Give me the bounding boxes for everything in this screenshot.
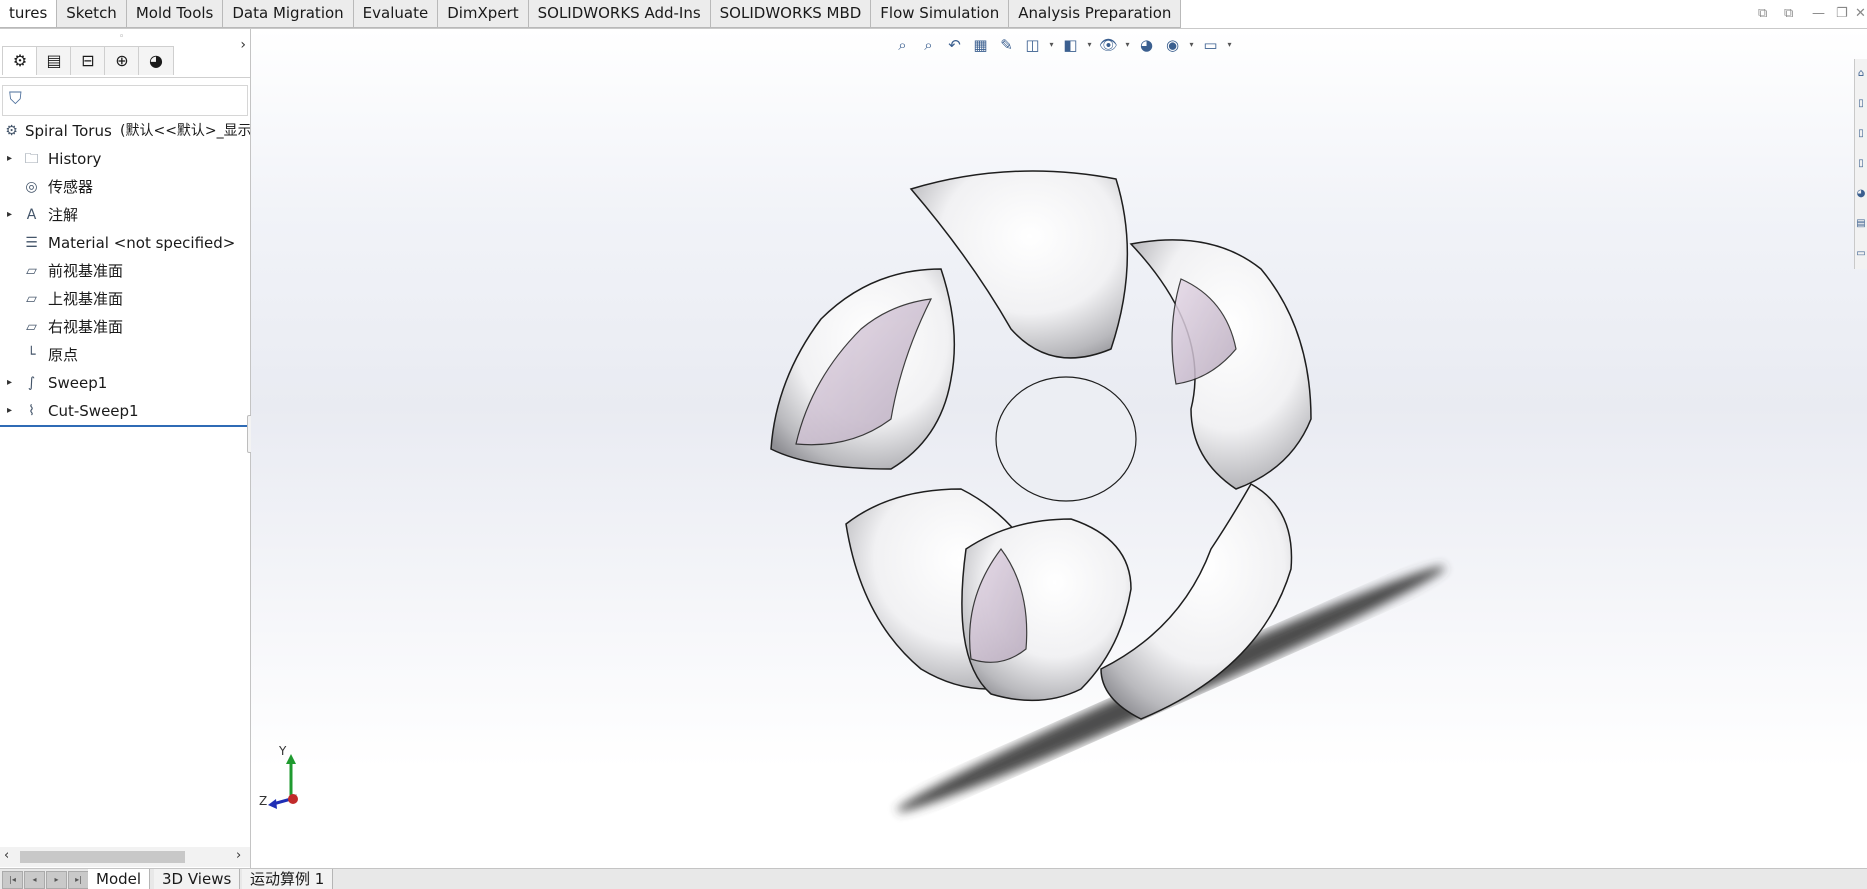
tree-item-label: History (48, 150, 102, 168)
plane-icon: ▱ (26, 263, 37, 279)
view-palette-icon[interactable]: ▯ (1855, 149, 1867, 179)
tab-data-migration[interactable]: Data Migration (223, 0, 354, 28)
tile-right-icon[interactable]: ⧉ (1784, 6, 1793, 21)
scroll-right-icon[interactable]: › (236, 848, 241, 863)
chevron-right-icon[interactable]: › (240, 37, 246, 53)
file-explorer-icon[interactable]: ▯ (1855, 119, 1867, 149)
minimize-icon[interactable]: — (1812, 6, 1825, 21)
torus-center-hole (995, 376, 1137, 502)
expand-arrow-icon[interactable]: ▸ (7, 145, 12, 173)
annotations-folder-icon: A (26, 207, 37, 223)
material-icon: ☰ (25, 235, 38, 251)
tree-item[interactable]: ▱ 前视基准面 (0, 257, 250, 285)
command-manager: tures Sketch Mold Tools Data Migration Evalu… (0, 0, 1867, 29)
triad-axes (268, 754, 298, 809)
torus-lobe (1100, 482, 1293, 720)
tab-analysis-preparation[interactable]: Analysis Preparation (1009, 0, 1182, 28)
expand-arrow-icon[interactable]: ▸ (7, 397, 12, 425)
graphics-area[interactable]: ⌕ ⌕ ↶ ▦ ✎ ◫ ▾ ◧ ▾ 👁 ▾ ◕ ◉ ▾ ▭ ▾ ⌂ ▯ ▯ ▯ … (251, 29, 1867, 868)
tab-solidworks-add-ins[interactable]: SOLIDWORKS Add-Ins (528, 0, 711, 28)
tree-item-label: 传感器 (48, 178, 94, 196)
tree-item-label: 上视基准面 (48, 290, 124, 308)
prev-tab-icon[interactable]: ◂ (24, 871, 45, 889)
panel-grip-icon[interactable]: ◦ (119, 32, 124, 42)
feature-manager-panel: ◦ ⚙ ▤ ⊟ ⊕ ◕ › ⛉ ⚙ Spiral Torus (默认<<默认>_显示 ▸… (0, 29, 251, 868)
solidworks-resources-icon[interactable]: ⌂ (1855, 59, 1867, 89)
bottom-tab-2[interactable]: 3D Views (154, 869, 241, 889)
panel-tabs: ⚙ ▤ ⊟ ⊕ ◕ (0, 43, 250, 78)
custom-properties-icon[interactable]: ▤ (1855, 209, 1867, 239)
cut-sweep-feature-icon: ⌇ (28, 403, 35, 419)
tree-item-label: 前视基准面 (48, 262, 124, 280)
appearances-icon[interactable]: ◕ (1855, 179, 1867, 209)
feature-tree: ⚙ Spiral Torus (默认<<默认>_显示 ▸ 🗀 History ◎ 传感器… (0, 117, 250, 425)
tree-item[interactable]: └ 原点 (0, 341, 250, 369)
expand-arrow-icon[interactable]: ▸ (7, 201, 12, 229)
first-tab-icon[interactable]: |◂ (2, 871, 23, 889)
tree-root-part[interactable]: ⚙ Spiral Torus (默认<<默认>_显示 (0, 117, 250, 145)
tree-item[interactable]: ▸ 🗀 History (0, 145, 250, 173)
tree-item[interactable]: ▸ ⌇ Cut-Sweep1 (0, 397, 250, 425)
tab-tures[interactable]: tures (0, 0, 58, 28)
filter-icon: ⛉ (9, 89, 22, 109)
tab-flow-simulation[interactable]: Flow Simulation (871, 0, 1010, 28)
tab-mold-tools[interactable]: Mold Tools (126, 0, 224, 28)
configuration-manager-icon[interactable]: ⊟ (70, 46, 106, 75)
property-manager-icon[interactable]: ▤ (36, 46, 72, 75)
expand-arrow-icon[interactable]: ▸ (7, 369, 12, 397)
tree-item-label: 原点 (48, 346, 79, 364)
part-icon: ⚙ (5, 123, 18, 139)
design-library-icon[interactable]: ▯ (1855, 89, 1867, 119)
tab-solidworks-mbd[interactable]: SOLIDWORKS MBD (710, 0, 872, 28)
tab-navigation-buttons: |◂ ◂ ▸ ▸| (2, 871, 89, 889)
tree-item-label: Sweep1 (48, 374, 108, 392)
next-tab-icon[interactable]: ▸ (46, 871, 67, 889)
bottom-tab-3[interactable]: 运动算例 1 (242, 869, 334, 889)
feature-manager-icon[interactable]: ⚙ (2, 46, 38, 75)
bottom-tab-bar: |◂ ◂ ▸ ▸| Model 3D Views 运动算例 1 (0, 868, 1867, 889)
plane-icon: ▱ (26, 291, 37, 307)
scroll-thumb[interactable] (20, 851, 185, 863)
tree-item-label: Cut-Sweep1 (48, 402, 139, 420)
panel-horizontal-scrollbar[interactable]: ‹ › (0, 847, 250, 867)
tree-filter-input[interactable]: ⛉ (2, 85, 248, 116)
rollback-bar[interactable] (0, 425, 248, 427)
close-icon[interactable]: ✕ (1855, 6, 1866, 21)
restore-icon[interactable]: ❐ (1836, 6, 1848, 21)
tree-item-label: Material <not specified> (48, 234, 236, 252)
dimxpert-manager-icon[interactable]: ⊕ (104, 46, 140, 75)
last-tab-icon[interactable]: ▸| (68, 871, 89, 889)
command-tabs: tures Sketch Mold Tools Data Migration Evalu… (0, 0, 1182, 28)
tab-sketch[interactable]: Sketch (57, 0, 127, 28)
scroll-left-icon[interactable]: ‹ (4, 848, 9, 863)
tree-item-label: 右视基准面 (48, 318, 124, 336)
tree-item[interactable]: ▸ A 注解 (0, 201, 250, 229)
plane-icon: ▱ (26, 319, 37, 335)
spiral-torus-model[interactable] (251, 29, 1867, 868)
tree-item[interactable]: ▸ ∫ Sweep1 (0, 369, 250, 397)
tree-item[interactable]: ◎ 传感器 (0, 173, 250, 201)
display-manager-icon[interactable]: ◕ (138, 46, 174, 75)
tree-item-label: 注解 (48, 206, 79, 224)
tree-item[interactable]: ▱ 上视基准面 (0, 285, 250, 313)
reference-triad: Y Z X (259, 744, 321, 814)
sensors-folder-icon: ◎ (25, 179, 38, 195)
sweep-feature-icon: ∫ (27, 375, 36, 391)
origin-icon: └ (27, 347, 36, 363)
tile-left-icon[interactable]: ⧉ (1758, 6, 1767, 21)
tree-item[interactable]: ▱ 右视基准面 (0, 313, 250, 341)
tree-item[interactable]: ☰ Material <not specified> (0, 229, 250, 257)
tab-evaluate[interactable]: Evaluate (353, 0, 439, 28)
history-folder-icon: 🗀 (24, 151, 39, 167)
part-name: Spiral Torus (25, 122, 112, 140)
tab-dimxpert[interactable]: DimXpert (438, 0, 529, 28)
part-configuration: (默认<<默认>_显示 (120, 123, 250, 139)
bottom-tab-1[interactable]: Model (88, 869, 151, 889)
task-pane-strip: ⌂ ▯ ▯ ▯ ◕ ▤ ▭ (1854, 59, 1867, 269)
forum-icon[interactable]: ▭ (1855, 239, 1867, 269)
